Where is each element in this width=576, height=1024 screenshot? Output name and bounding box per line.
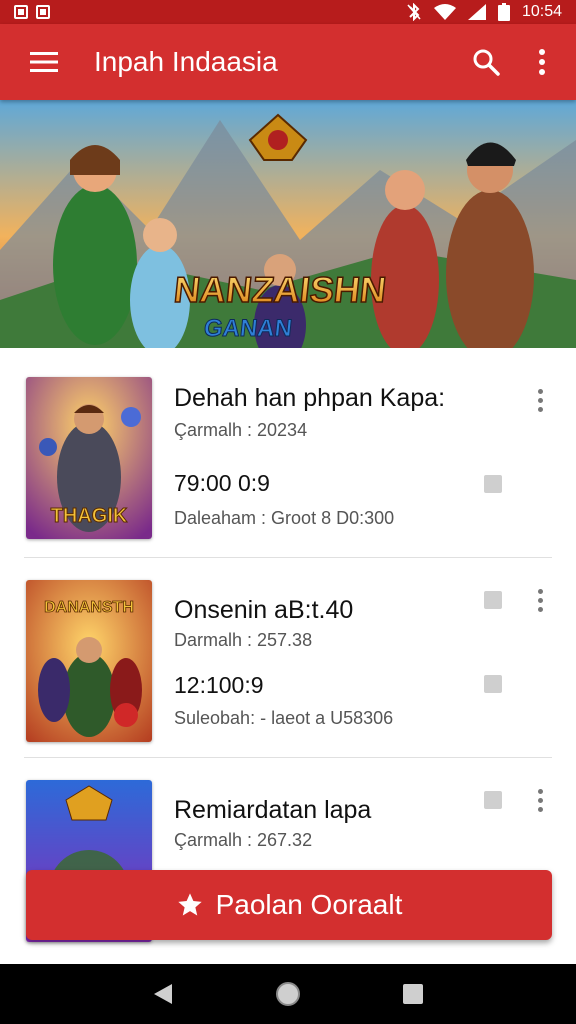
thumbnail-art: DANANSTH xyxy=(26,580,152,742)
item-more-button[interactable] xyxy=(526,382,554,418)
item-time: 12:100:9 xyxy=(174,672,264,698)
menu-button[interactable] xyxy=(14,32,74,92)
banner-logo-line1: NANZAISHN xyxy=(172,269,388,310)
search-icon xyxy=(473,49,500,76)
item-subtitle: Darmalh : 257.38 xyxy=(174,630,313,650)
item-subtitle: Çarmalh : 20234 xyxy=(174,420,308,440)
item-title: Remiardatan lapa xyxy=(174,796,372,824)
item-more-button[interactable] xyxy=(526,782,554,818)
wifi-icon xyxy=(433,4,456,20)
thumbnail-art: THAGIK xyxy=(26,377,152,539)
banner-artwork: NANZAISHN GANAN xyxy=(0,100,576,348)
list-item[interactable]: DANANSTH Onsenin aB:t.40 Darmalh : 257.3… xyxy=(0,558,576,758)
thumbnail-label: DANANSTH xyxy=(44,599,134,616)
system-nav-bar xyxy=(0,964,576,1024)
item-title: Onsenin aB:t.40 xyxy=(174,596,354,624)
item-more-button[interactable] xyxy=(526,582,554,618)
gallery-notification-icon xyxy=(14,5,28,19)
overflow-menu-button[interactable] xyxy=(514,32,570,92)
app-notification-icon xyxy=(36,5,50,19)
primary-action-button[interactable]: Paolan Ooraalt xyxy=(26,870,552,940)
recents-square-icon xyxy=(403,984,424,1004)
bluetooth-off-icon xyxy=(407,3,421,21)
battery-icon xyxy=(497,3,510,21)
list-item[interactable]: THAGIK Dehah han phpan Kapa: Çarmalh : 2… xyxy=(0,348,576,548)
item-checkbox[interactable] xyxy=(484,475,502,493)
star-icon xyxy=(177,893,202,916)
system-icons: 10:54 xyxy=(406,3,562,21)
game-thumbnail[interactable]: THAGIK xyxy=(26,377,152,539)
home-button[interactable] xyxy=(266,972,310,1016)
more-vert-icon xyxy=(539,49,545,75)
item-title: Dehah han phpan Kapa: xyxy=(174,384,446,412)
home-circle-icon xyxy=(275,982,300,1006)
app-title: Inpah Indaasia xyxy=(94,46,278,77)
item-checkbox[interactable] xyxy=(484,675,502,693)
promo-banner[interactable]: NANZAISHN GANAN xyxy=(0,100,576,348)
back-button[interactable] xyxy=(141,972,185,1016)
app-bar: Inpah Indaasia xyxy=(0,24,576,100)
recents-button[interactable] xyxy=(391,972,435,1016)
signal-icon xyxy=(467,4,486,20)
item-time: 79:00 0:9 xyxy=(174,470,270,496)
item-subtitle: Çarmalh : 267.32 xyxy=(174,830,313,850)
back-triangle-icon xyxy=(153,984,172,1004)
status-bar: 10:54 xyxy=(0,0,576,24)
game-thumbnail[interactable]: DANANSTH xyxy=(26,580,152,742)
thumbnail-label: THAGIK xyxy=(51,505,128,527)
search-button[interactable] xyxy=(458,32,514,92)
item-meta: Suleobah: - laeot a U58306 xyxy=(174,708,394,728)
primary-action-label: Paolan Ooraalt xyxy=(215,889,403,920)
hamburger-icon xyxy=(30,52,58,72)
item-checkbox[interactable] xyxy=(484,791,502,809)
item-checkbox[interactable] xyxy=(484,591,502,609)
item-meta: Daleaham : Groot 8 D0:300 xyxy=(174,508,395,528)
clock: 10:54 xyxy=(521,3,562,20)
banner-logo-line2: GANAN xyxy=(203,315,294,342)
notification-icons xyxy=(14,5,50,19)
